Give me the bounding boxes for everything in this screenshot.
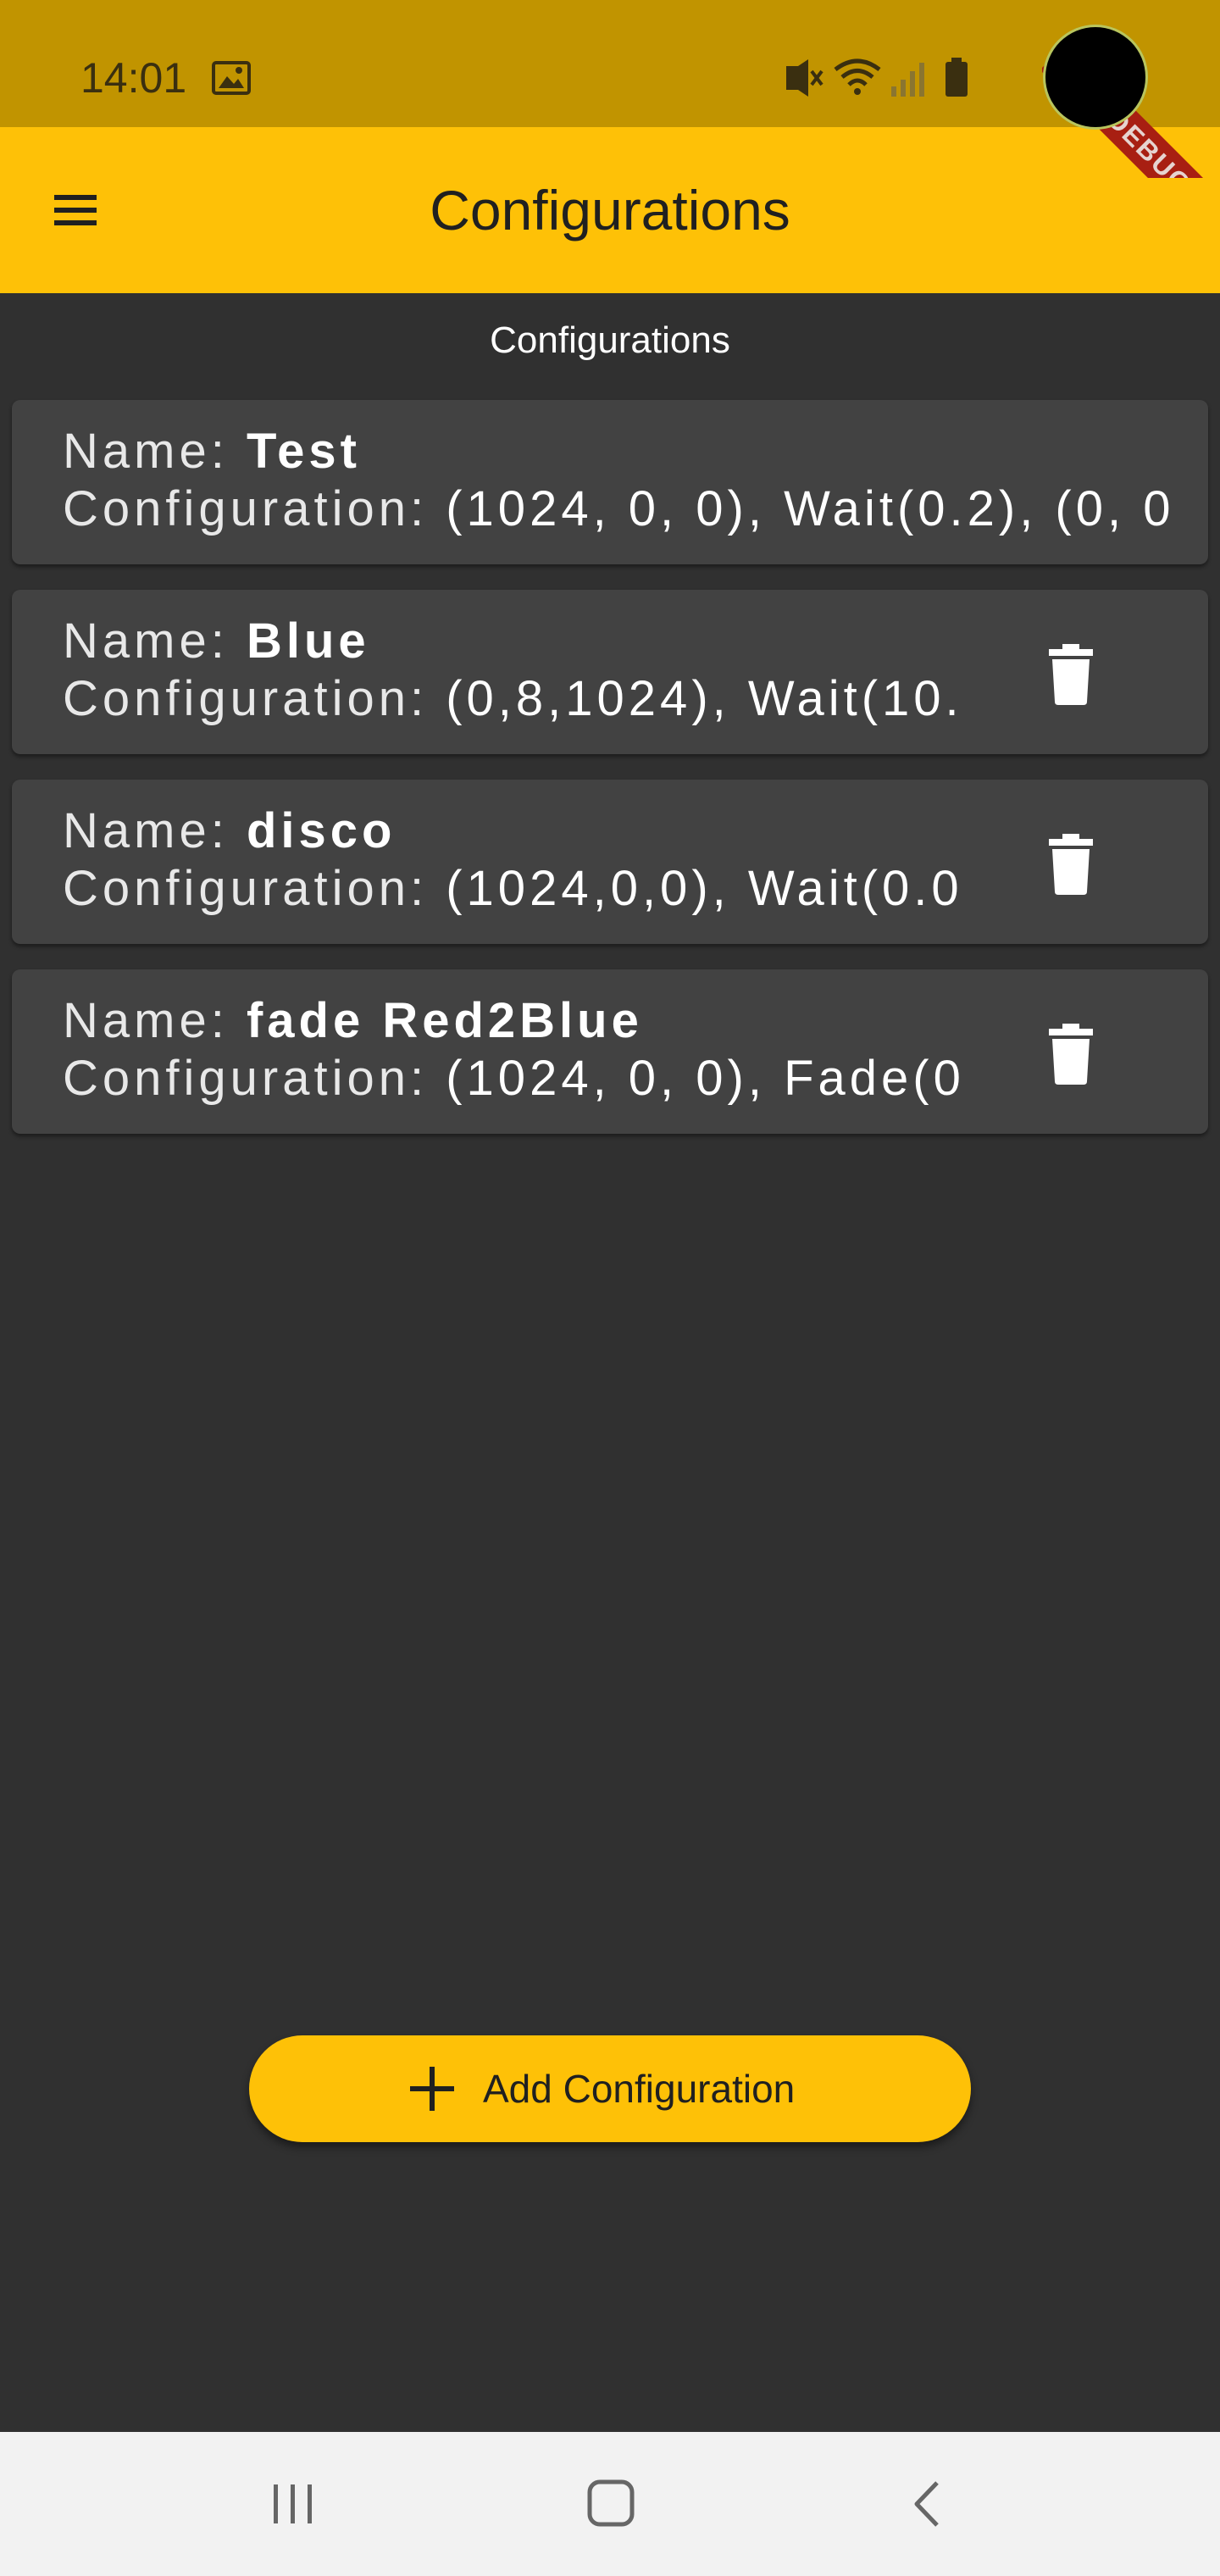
config-label: Configuration: xyxy=(63,861,446,916)
config-line: Configuration: (1024,0,0), Wait(0.0 xyxy=(63,861,986,917)
config-label: Configuration: xyxy=(63,671,446,726)
name-line: Name: Blue xyxy=(63,613,1012,669)
add-configuration-button[interactable]: Add Configuration xyxy=(249,2035,971,2142)
configuration-name: fade Red2Blue xyxy=(246,993,643,1048)
list-header: Configurations xyxy=(490,319,730,361)
status-time: 14:01 xyxy=(80,54,187,102)
wifi-icon xyxy=(834,58,881,95)
name-line: Name: Test xyxy=(63,424,1164,480)
home-icon[interactable] xyxy=(568,2466,652,2542)
configuration-name: disco xyxy=(246,803,396,858)
configuration-name: Test xyxy=(246,424,361,479)
trash-icon[interactable] xyxy=(1040,830,1101,895)
name-label: Name: xyxy=(63,424,247,479)
name-line: Name: disco xyxy=(63,803,1012,859)
configuration-card[interactable]: Name: disco Configuration: (1024,0,0), W… xyxy=(12,780,1208,944)
config-label: Configuration: xyxy=(63,481,446,536)
page-title: Configurations xyxy=(430,179,790,242)
back-icon[interactable] xyxy=(886,2466,971,2542)
name-label: Name: xyxy=(63,993,247,1048)
config-label: Configuration: xyxy=(63,1051,446,1106)
config-line: Configuration: (1024, 0, 0), Fade(0 xyxy=(63,1051,986,1107)
configuration-name: Blue xyxy=(246,613,370,669)
configuration-value: (1024, 0, 0), Fade(0 xyxy=(446,1051,965,1106)
configuration-value: (1024,0,0), Wait(0.0 xyxy=(446,861,963,916)
recent-apps-icon[interactable] xyxy=(251,2466,336,2542)
configuration-card[interactable]: Name: Test Configuration: (1024, 0, 0), … xyxy=(12,400,1208,564)
camera-cutout xyxy=(1045,27,1145,127)
system-nav-bar xyxy=(0,2432,1220,2576)
config-line: Configuration: (0,8,1024), Wait(10. xyxy=(63,671,986,727)
configuration-value: (0,8,1024), Wait(10. xyxy=(446,671,963,726)
image-icon xyxy=(212,61,251,95)
trash-icon[interactable] xyxy=(1040,641,1101,705)
battery-icon xyxy=(946,58,968,97)
name-line: Name: fade Red2Blue xyxy=(63,993,1012,1049)
name-label: Name: xyxy=(63,613,247,669)
plus-icon xyxy=(410,2067,454,2111)
configuration-value: (1024, 0, 0), Wait(0.2), (0, 0 xyxy=(446,481,1175,536)
config-line: Configuration: (1024, 0, 0), Wait(0.2), … xyxy=(63,481,1176,537)
trash-icon[interactable] xyxy=(1040,1020,1101,1085)
vibrate-icon xyxy=(786,59,824,97)
configuration-card[interactable]: Name: fade Red2Blue Configuration: (1024… xyxy=(12,969,1208,1134)
status-bar: 14:01 xyxy=(0,0,1220,127)
app-bar: Configurations xyxy=(0,127,1220,293)
add-configuration-label: Add Configuration xyxy=(483,2067,796,2111)
configuration-card[interactable]: Name: Blue Configuration: (0,8,1024), Wa… xyxy=(12,590,1208,754)
name-label: Name: xyxy=(63,803,247,858)
signal-icon xyxy=(891,63,924,97)
